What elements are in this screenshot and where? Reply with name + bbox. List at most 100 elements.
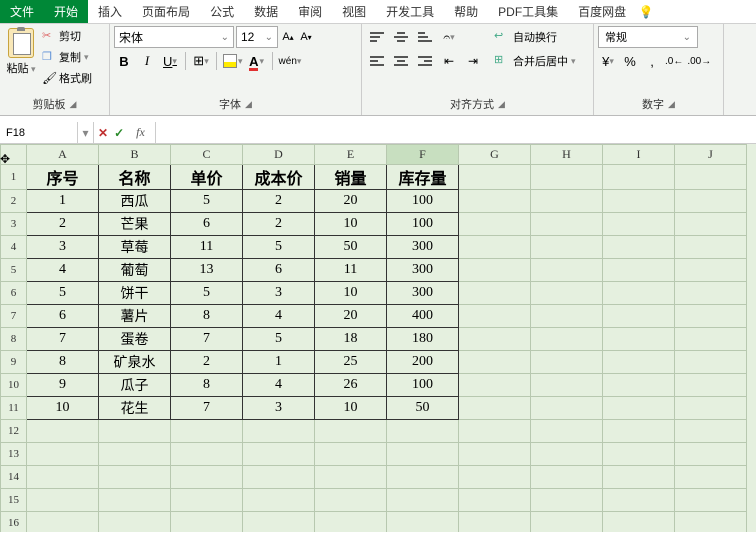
cell[interactable]: 5 [171,190,243,213]
format-painter-button[interactable]: 格式刷 [42,68,92,88]
row-header[interactable]: 2 [1,190,27,213]
cell[interactable] [603,282,675,305]
cell[interactable] [531,351,603,374]
cell[interactable] [459,351,531,374]
cell[interactable]: 3 [243,397,315,420]
cell[interactable] [459,328,531,351]
cell[interactable]: 100 [387,213,459,236]
cell[interactable] [675,190,747,213]
cell[interactable]: 400 [387,305,459,328]
cell[interactable] [675,165,747,190]
cell[interactable] [675,236,747,259]
align-right-button[interactable] [414,50,436,72]
cell[interactable]: 6 [243,259,315,282]
row-header[interactable]: 1 [1,165,27,190]
cell[interactable]: 草莓 [99,236,171,259]
increase-font-button[interactable]: A▴ [280,26,296,48]
cell[interactable]: 2 [243,213,315,236]
align-bottom-button[interactable] [414,26,436,48]
row-header[interactable]: 9 [1,351,27,374]
col-header[interactable]: F [387,145,459,165]
font-size-select[interactable]: 12 [236,26,278,48]
cell[interactable] [171,466,243,489]
cell[interactable] [603,512,675,533]
cell[interactable] [531,489,603,512]
cell[interactable]: 4 [27,259,99,282]
cell[interactable]: 2 [27,213,99,236]
col-header[interactable]: B [99,145,171,165]
cell[interactable]: 50 [315,236,387,259]
cell[interactable]: 芒果 [99,213,171,236]
cell[interactable]: 1 [27,190,99,213]
row-header[interactable]: 5 [1,259,27,282]
cell[interactable] [387,443,459,466]
cell[interactable] [603,489,675,512]
cell[interactable] [387,512,459,533]
formula-accept-button[interactable]: ✓ [114,126,124,140]
cell[interactable] [675,305,747,328]
cell[interactable] [675,213,747,236]
cell[interactable] [603,351,675,374]
col-header[interactable]: H [531,145,603,165]
number-format-select[interactable]: 常规 [598,26,698,48]
border-button[interactable]: ⊞ [191,50,211,72]
col-header[interactable]: D [243,145,315,165]
font-name-select[interactable]: 宋体 [114,26,234,48]
menu-pdf[interactable]: PDF工具集 [488,0,568,23]
cell[interactable] [675,512,747,533]
cell[interactable] [603,397,675,420]
cell[interactable] [243,512,315,533]
name-box-dropdown[interactable]: ▾ [78,122,94,143]
cell[interactable]: 10 [27,397,99,420]
menu-baidu[interactable]: 百度网盘 [568,0,636,23]
cell[interactable]: 名称 [99,165,171,190]
cell[interactable] [315,512,387,533]
cell[interactable] [531,397,603,420]
cut-button[interactable]: 剪切 [42,26,92,46]
menu-help[interactable]: 帮助 [444,0,488,23]
cell[interactable] [459,512,531,533]
cell[interactable] [531,328,603,351]
cell[interactable] [675,397,747,420]
menu-start[interactable]: 开始 [44,0,88,23]
cell[interactable]: 100 [387,190,459,213]
cell[interactable]: 单价 [171,165,243,190]
cell[interactable] [99,443,171,466]
phonetic-button[interactable]: wén [278,50,303,72]
row-header[interactable]: 11 [1,397,27,420]
cell[interactable] [387,489,459,512]
cell[interactable] [459,466,531,489]
italic-button[interactable]: I [137,50,157,72]
cell[interactable] [459,443,531,466]
cell[interactable]: 20 [315,305,387,328]
cell[interactable] [603,374,675,397]
cell[interactable] [459,397,531,420]
cell[interactable] [531,443,603,466]
cell[interactable] [459,282,531,305]
cell[interactable] [315,420,387,443]
orientation-button[interactable]: 𝄐 [438,26,460,48]
cell[interactable] [531,466,603,489]
col-header[interactable]: J [675,145,747,165]
cell[interactable]: 18 [315,328,387,351]
cell[interactable]: 200 [387,351,459,374]
cell[interactable]: 2 [243,190,315,213]
cell[interactable] [99,420,171,443]
align-left-button[interactable] [366,50,388,72]
cell[interactable]: 8 [171,374,243,397]
cell[interactable]: 10 [315,282,387,305]
col-header[interactable]: C [171,145,243,165]
cell[interactable] [531,374,603,397]
cell[interactable] [675,489,747,512]
cell[interactable]: 矿泉水 [99,351,171,374]
cell[interactable] [99,489,171,512]
cell[interactable] [27,512,99,533]
cell[interactable] [675,282,747,305]
cell[interactable] [171,443,243,466]
cell[interactable] [675,259,747,282]
row-header[interactable]: 14 [1,466,27,489]
cell[interactable]: 6 [27,305,99,328]
cell[interactable] [243,443,315,466]
cell[interactable] [243,489,315,512]
cell[interactable] [531,190,603,213]
